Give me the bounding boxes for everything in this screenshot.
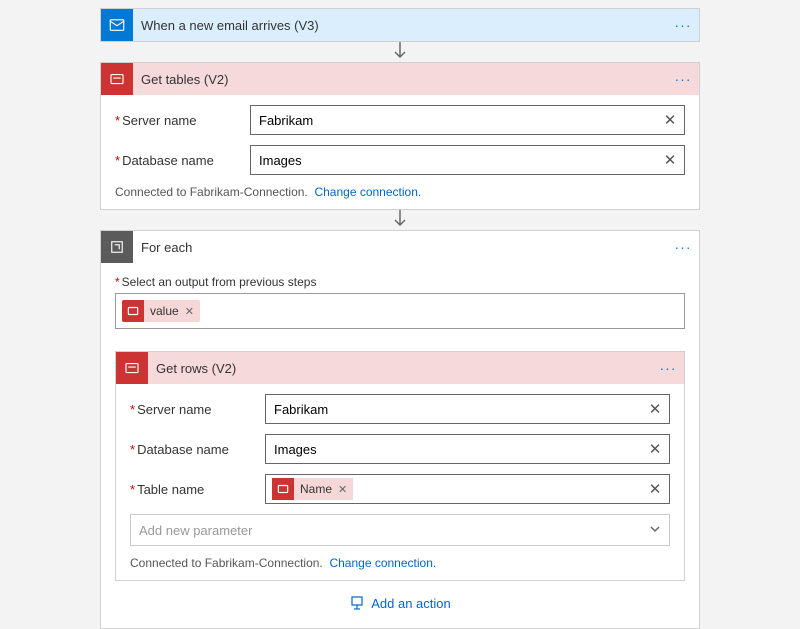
sql-icon [101,63,133,95]
server-name-input-wrap[interactable]: ✕ [265,394,670,424]
trigger-menu-button[interactable]: ··· [667,17,699,33]
database-name-label: Database name [115,153,250,168]
clear-icon[interactable]: ✕ [641,480,669,498]
database-name-input-wrap[interactable]: ✕ [265,434,670,464]
clear-icon[interactable]: ✕ [656,111,684,129]
select-output-input[interactable]: value ✕ [115,293,685,329]
server-name-label: Server name [115,113,250,128]
add-parameter-dropdown[interactable]: Add new parameter [130,514,670,546]
server-name-input-wrap[interactable]: ✕ [250,105,685,135]
for-each-menu-button[interactable]: ··· [667,239,699,255]
connector-arrow [8,42,792,62]
connection-info: Connected to Fabrikam-Connection. Change… [115,185,685,199]
table-name-input-wrap[interactable]: Name ✕ ✕ [265,474,670,504]
get-rows-menu-button[interactable]: ··· [652,360,684,376]
change-connection-link[interactable]: Change connection. [329,556,436,570]
select-output-label: Select an output from previous steps [115,275,685,289]
sql-icon [272,478,294,500]
database-name-label: Database name [130,442,265,457]
server-name-input[interactable] [266,395,641,423]
get-tables-header[interactable]: Get tables (V2) ··· [101,63,699,95]
table-name-label: Table name [130,482,265,497]
trigger-card[interactable]: When a new email arrives (V3) ··· [100,8,700,42]
token-label: value [144,304,185,318]
get-tables-card: Get tables (V2) ··· Server name ✕ Databa… [100,62,700,210]
change-connection-link[interactable]: Change connection. [314,185,421,199]
chevron-down-icon [649,523,661,538]
add-action-button[interactable]: Add an action [349,595,451,611]
trigger-header[interactable]: When a new email arrives (V3) ··· [101,9,699,41]
clear-icon[interactable]: ✕ [641,440,669,458]
connector-arrow [8,210,792,230]
clear-icon[interactable]: ✕ [656,151,684,169]
for-each-title: For each [133,240,667,255]
get-rows-header[interactable]: Get rows (V2) ··· [116,352,684,384]
token-label: Name [294,482,338,496]
add-parameter-label: Add new parameter [139,523,252,538]
outlook-icon [101,9,133,41]
get-tables-menu-button[interactable]: ··· [667,71,699,87]
token-remove-icon[interactable]: ✕ [185,305,200,318]
loop-icon [101,231,133,263]
database-name-input-wrap[interactable]: ✕ [250,145,685,175]
name-token[interactable]: Name ✕ [272,478,353,500]
connected-name: Fabrikam-Connection. [205,556,323,570]
add-action-icon [349,595,365,611]
server-name-label: Server name [130,402,265,417]
get-rows-card: Get rows (V2) ··· Server name ✕ Database… [115,351,685,581]
get-tables-title: Get tables (V2) [133,72,667,87]
database-name-input[interactable] [251,146,656,174]
token-remove-icon[interactable]: ✕ [338,483,353,496]
sql-icon [122,300,144,322]
sql-icon [116,352,148,384]
trigger-title: When a new email arrives (V3) [133,18,667,33]
connected-prefix: Connected to [130,556,205,570]
clear-icon[interactable]: ✕ [641,400,669,418]
database-name-input[interactable] [266,435,641,463]
for-each-header[interactable]: For each ··· [101,231,699,263]
connected-prefix: Connected to [115,185,190,199]
add-action-label: Add an action [371,596,451,611]
for-each-card: For each ··· Select an output from previ… [100,230,700,629]
get-rows-title: Get rows (V2) [148,361,652,376]
server-name-input[interactable] [251,106,656,134]
value-token[interactable]: value ✕ [122,300,200,322]
connection-info: Connected to Fabrikam-Connection. Change… [130,556,670,570]
connected-name: Fabrikam-Connection. [190,185,308,199]
